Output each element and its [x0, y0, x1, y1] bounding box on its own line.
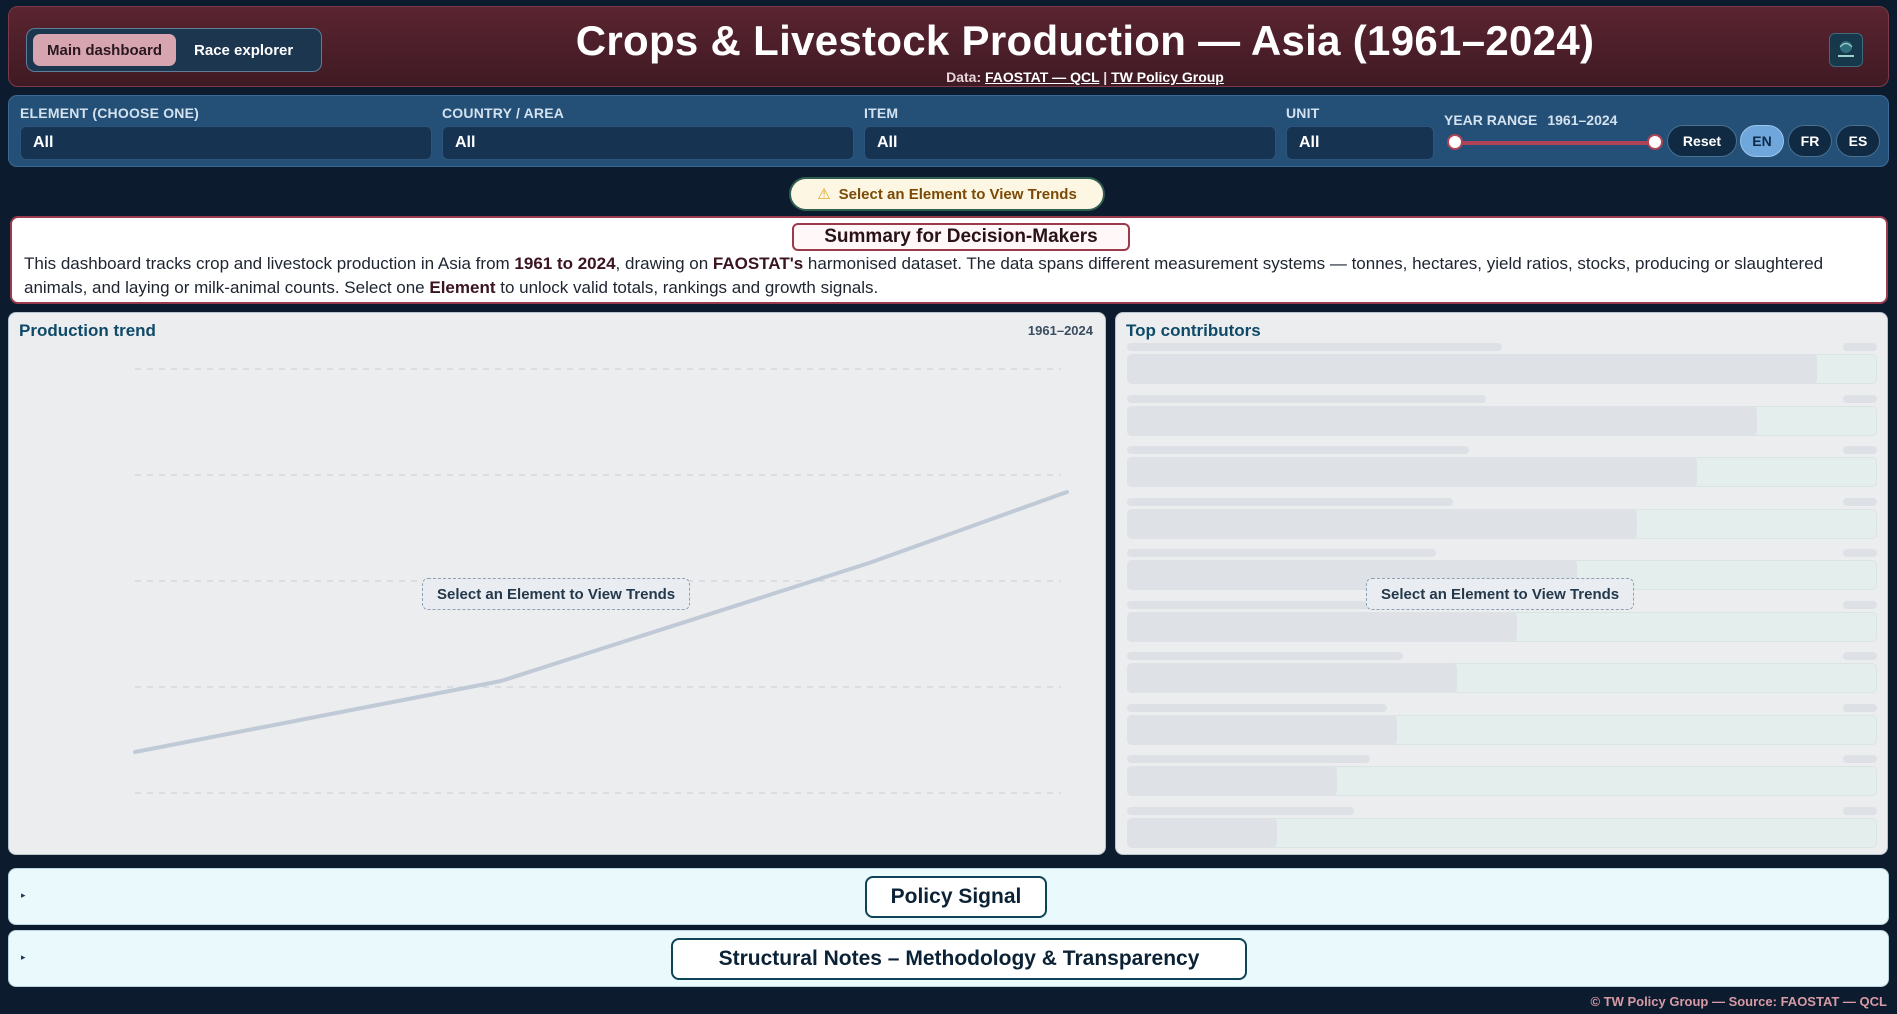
header-bar: Main dashboard Race explorer Crops & Liv… [8, 6, 1889, 87]
skeleton-label [1127, 652, 1403, 660]
item-filter-label: ITEM [864, 105, 899, 121]
summary-text-1: This dashboard tracks crop and livestock… [24, 254, 515, 273]
year-range-label: YEAR RANGE 1961–2024 [1444, 112, 1617, 128]
language-en-button[interactable]: EN [1740, 125, 1784, 157]
skeleton-label [1127, 806, 1354, 815]
policy-signal-title[interactable]: Policy Signal [865, 876, 1047, 918]
skeleton-value [1843, 549, 1877, 557]
skeleton-value [1843, 497, 1877, 506]
reset-button[interactable]: Reset [1667, 125, 1737, 157]
year-range-title: YEAR RANGE [1444, 112, 1538, 128]
skeleton-label [1127, 343, 1502, 351]
summary-text: This dashboard tracks crop and livestock… [24, 252, 1886, 300]
source-separator: | [1103, 69, 1108, 85]
summary-panel: Summary for Decision-Makers This dashboa… [10, 216, 1888, 304]
unit-filter: UNIT All [1286, 104, 1434, 160]
skeleton-bar [1127, 663, 1457, 693]
skeleton-value [1843, 755, 1877, 763]
summary-text-2: , drawing on [615, 254, 713, 273]
country-select[interactable]: All [442, 126, 854, 160]
year-range-value: 1961–2024 [1547, 112, 1618, 128]
skeleton-bar [1127, 508, 1637, 539]
summary-text-4: to unlock valid totals, rankings and gro… [495, 278, 879, 297]
skeleton-value [1843, 394, 1877, 403]
summary-source: FAOSTAT's [712, 254, 804, 273]
unit-select[interactable]: All [1286, 126, 1434, 160]
skeleton-bar [1127, 354, 1817, 384]
contributors-placeholder: Select an Element to View Trends [1366, 578, 1635, 610]
item-select[interactable]: All [864, 126, 1276, 160]
filter-bar: ELEMENT (CHOOSE ONE) All COUNTRY / AREA … [8, 95, 1889, 167]
summary-years: 1961 to 2024 [514, 254, 616, 273]
skeleton-value [1843, 600, 1877, 609]
expand-caret-icon[interactable]: ▸ [21, 890, 26, 901]
tw-policy-group-link[interactable]: TW Policy Group [1111, 69, 1224, 85]
skeleton-label [1127, 446, 1469, 454]
expand-caret-icon[interactable]: ▸ [21, 952, 26, 963]
skeleton-bar [1127, 611, 1517, 642]
skeleton-label [1127, 549, 1436, 557]
year-start-handle[interactable] [1447, 134, 1463, 150]
skeleton-label [1127, 394, 1486, 403]
skeleton-label [1127, 703, 1387, 712]
skeleton-value [1843, 703, 1877, 712]
warning-icon: ⚠ [817, 186, 831, 203]
trend-skeleton-line [133, 490, 1069, 754]
page-title: Crops & Livestock Production — Asia (196… [575, 17, 1595, 64]
skeleton-label [1127, 497, 1453, 506]
language-es-button[interactable]: ES [1836, 125, 1880, 157]
skeleton-bar [1127, 405, 1757, 436]
element-filter: ELEMENT (CHOOSE ONE) All [20, 104, 432, 160]
skeleton-bar [1127, 714, 1397, 745]
year-end-handle[interactable] [1647, 134, 1663, 150]
summary-title: Summary for Decision-Makers [792, 223, 1130, 251]
element-filter-label: ELEMENT (CHOOSE ONE) [20, 105, 200, 121]
production-trend-panel: Production trend 1961–2024 Select an Ele… [8, 312, 1106, 855]
data-prefix: Data: [946, 69, 982, 85]
faostat-link[interactable]: FAOSTAT — QCL [985, 69, 1099, 85]
policy-signal-section[interactable]: ▸ Policy Signal [8, 868, 1889, 925]
country-filter: COUNTRY / AREA All [442, 104, 854, 160]
top-contributors-title: Top contributors [1126, 321, 1261, 340]
structural-notes-section[interactable]: ▸ Structural Notes – Methodology & Trans… [8, 930, 1889, 987]
skeleton-bar [1127, 457, 1697, 487]
skeleton-bar [1127, 817, 1277, 848]
skeleton-value [1843, 806, 1877, 815]
alert-text: Select an Element to View Trends [838, 185, 1077, 203]
data-source-line: Data: FAOSTAT — QCL | TW Policy Group [389, 69, 1781, 85]
skeleton-bar [1127, 766, 1337, 796]
structural-notes-title[interactable]: Structural Notes – Methodology & Transpa… [671, 938, 1247, 980]
year-range-slider[interactable] [1455, 141, 1655, 145]
top-contributors-panel: Top contributors Select an Element to Vi… [1115, 312, 1888, 855]
race-explorer-tab[interactable]: Race explorer [180, 34, 307, 66]
skeleton-value [1843, 446, 1877, 454]
select-element-alert: ⚠ Select an Element to View Trends [789, 177, 1105, 211]
skeleton-value [1843, 343, 1877, 351]
country-filter-label: COUNTRY / AREA [442, 105, 565, 121]
skeleton-label [1127, 755, 1370, 763]
summary-element: Element [429, 278, 496, 297]
page-switcher: Main dashboard Race explorer [26, 28, 322, 72]
main-dashboard-tab[interactable]: Main dashboard [33, 34, 177, 66]
unit-filter-label: UNIT [1286, 105, 1320, 121]
logo-mark [1838, 41, 1854, 57]
item-filter: ITEM All [864, 104, 1276, 160]
trend-placeholder: Select an Element to View Trends [422, 578, 691, 610]
skeleton-value [1843, 652, 1877, 660]
language-fr-button[interactable]: FR [1788, 125, 1832, 157]
element-select[interactable]: All [20, 126, 432, 160]
tw-way-logo-icon[interactable] [1829, 33, 1863, 67]
footer-credit: © TW Policy Group — Source: FAOSTAT — QC… [1590, 994, 1887, 1009]
